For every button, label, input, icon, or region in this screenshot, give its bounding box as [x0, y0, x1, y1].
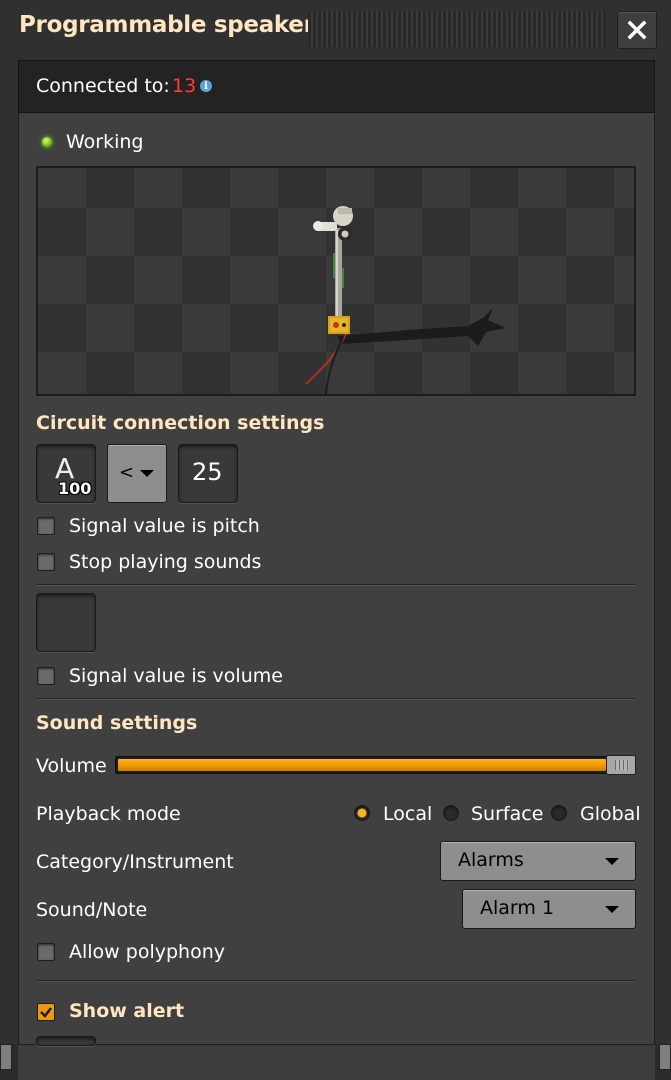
constant-value-text: 25	[192, 458, 223, 486]
volume-slider-fill	[118, 759, 606, 771]
comparator-dropdown[interactable]	[107, 444, 167, 503]
show-alert-checkbox[interactable]	[37, 1003, 55, 1021]
status-indicator-icon	[42, 137, 52, 147]
stop-sounds-checkbox[interactable]	[37, 553, 55, 571]
close-icon	[627, 20, 647, 40]
category-label: Category/Instrument	[36, 851, 234, 873]
volume-signal-selector[interactable]	[36, 593, 96, 652]
chevron-down-icon	[140, 470, 154, 477]
divider	[36, 980, 635, 982]
allow-polyphony-checkbox[interactable]	[37, 943, 55, 961]
chevron-down-icon	[605, 906, 619, 913]
right-scroll-edge	[659, 1044, 671, 1070]
status-label: Working	[66, 131, 144, 153]
divider	[36, 698, 635, 700]
connected-to-value: 13	[172, 75, 197, 97]
sound-note-label: Sound/Note	[36, 899, 148, 921]
signal-pitch-label: Signal value is pitch	[69, 515, 260, 537]
comparator-value: <	[119, 462, 135, 483]
playback-surface-label: Surface	[471, 803, 544, 825]
allow-polyphony-label: Allow polyphony	[69, 941, 225, 963]
divider	[36, 584, 635, 586]
playback-global-label: Global	[580, 803, 641, 825]
playback-mode-label: Playback mode	[36, 803, 181, 825]
volume-label: Volume	[36, 755, 107, 777]
left-scroll-edge	[0, 1044, 12, 1070]
sound-note-dropdown[interactable]: Alarm 1	[462, 889, 636, 929]
category-dropdown[interactable]: Alarms	[440, 841, 636, 881]
bottom-panel	[18, 1044, 655, 1080]
checkmark-icon	[40, 1007, 52, 1018]
category-value: Alarms	[458, 849, 524, 871]
connected-to-label: Connected to:	[36, 75, 170, 97]
speaker-entity-icon	[305, 206, 506, 394]
circuit-settings-heading: Circuit connection settings	[36, 412, 325, 434]
window-title: Programmable speaker	[19, 12, 315, 38]
sound-settings-heading: Sound settings	[36, 712, 198, 734]
signal-count: 100	[58, 479, 92, 498]
chevron-down-icon	[605, 858, 619, 865]
info-icon[interactable]: i	[200, 80, 212, 92]
alert-icon-selector[interactable]	[36, 1036, 96, 1046]
playback-local-radio[interactable]	[354, 805, 370, 821]
show-alert-label: Show alert	[69, 1000, 185, 1022]
playback-global-radio[interactable]	[551, 805, 567, 821]
entity-preview	[36, 166, 636, 396]
signal-pitch-checkbox[interactable]	[37, 517, 55, 535]
stop-sounds-label: Stop playing sounds	[69, 551, 262, 573]
signal-volume-label: Signal value is volume	[69, 665, 283, 687]
playback-surface-radio[interactable]	[443, 805, 459, 821]
signal-volume-checkbox[interactable]	[37, 667, 55, 685]
playback-local-label: Local	[383, 803, 433, 825]
volume-slider-thumb[interactable]	[606, 755, 636, 775]
sound-note-value: Alarm 1	[480, 897, 555, 919]
close-button[interactable]	[617, 11, 657, 49]
window-drag-handle[interactable]	[308, 11, 606, 47]
